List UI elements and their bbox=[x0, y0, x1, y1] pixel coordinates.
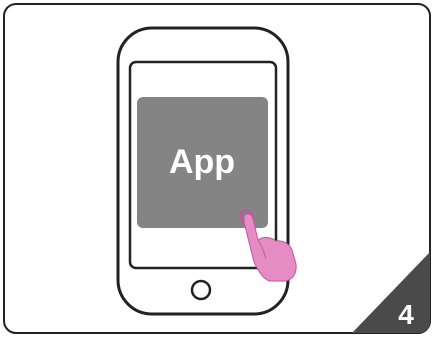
home-button-icon bbox=[190, 279, 212, 301]
instruction-panel: 4 App bbox=[0, 0, 434, 337]
step-number: 4 bbox=[398, 299, 414, 330]
instruction-illustration: 4 App bbox=[3, 3, 431, 334]
app-label: App bbox=[169, 143, 235, 181]
